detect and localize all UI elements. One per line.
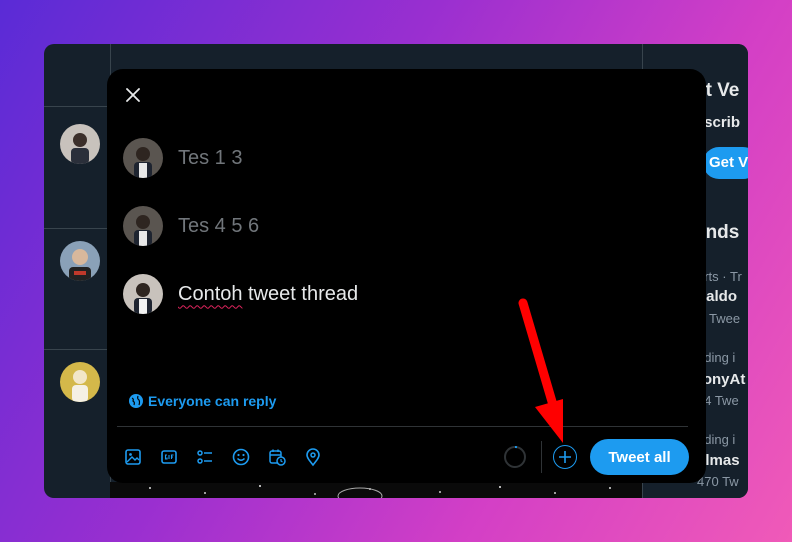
red-arrow-annotation [518, 298, 563, 443]
timeline-divider [44, 228, 110, 229]
poll-button[interactable] [195, 445, 231, 469]
timeline-divider [44, 349, 110, 350]
emoji-icon [232, 448, 250, 466]
gif-icon [161, 450, 177, 464]
reply-setting-label: Everyone can reply [148, 393, 277, 409]
media-button[interactable] [123, 445, 159, 469]
avatar [123, 138, 163, 178]
media-preview [110, 482, 642, 498]
tweet-text-rest: tweet thread [242, 282, 359, 305]
avatar[interactable] [60, 241, 100, 281]
thread-tweet-3[interactable]: Contoh tweet thread [123, 274, 358, 314]
close-icon [126, 88, 140, 102]
get-verified-button[interactable]: Get Ve [703, 147, 748, 179]
trend-count: 470 Tw [697, 474, 739, 489]
globe-icon [129, 394, 143, 408]
tweet-text[interactable]: Tes 4 5 6 [178, 215, 259, 238]
tweet-all-button[interactable]: Tweet all [590, 439, 689, 475]
tweet-text[interactable]: Contoh tweet thread [178, 283, 358, 306]
avatar [123, 206, 163, 246]
toolbar-separator [541, 441, 542, 473]
divider [117, 426, 688, 427]
add-tweet-button[interactable] [553, 445, 577, 469]
avatar[interactable] [60, 362, 100, 402]
avatar[interactable] [60, 124, 100, 164]
misspelled-word: Contoh [178, 282, 243, 305]
location-icon [306, 448, 320, 467]
thread-tweet-2[interactable]: Tes 4 5 6 [123, 206, 259, 246]
gif-button[interactable] [159, 445, 195, 469]
compose-thread-modal: Tes 1 3 Tes 4 5 6 Contoh tweet thread Ev… [107, 69, 706, 483]
character-count-ring [504, 445, 526, 468]
close-button[interactable] [121, 83, 145, 107]
timeline-divider [44, 106, 110, 107]
tweet-text[interactable]: Tes 1 3 [178, 147, 242, 170]
location-button[interactable] [303, 445, 339, 469]
schedule-button[interactable] [267, 445, 303, 469]
reply-setting-button[interactable]: Everyone can reply [128, 393, 276, 409]
thread-tweet-1[interactable]: Tes 1 3 [123, 138, 242, 178]
plus-icon [559, 451, 571, 463]
compose-toolbar [123, 445, 339, 469]
image-icon [125, 449, 141, 465]
schedule-icon [269, 449, 286, 466]
poll-icon [197, 450, 212, 464]
avatar [123, 274, 163, 314]
emoji-button[interactable] [231, 445, 267, 469]
